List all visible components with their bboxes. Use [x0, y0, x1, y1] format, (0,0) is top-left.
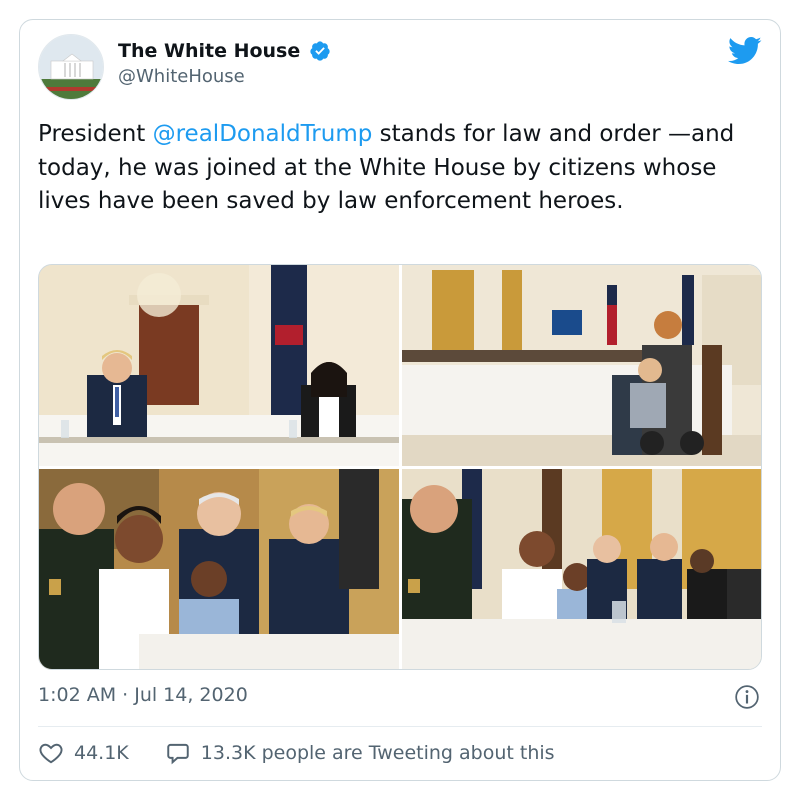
- photo-2[interactable]: [402, 265, 761, 466]
- divider: [38, 726, 762, 727]
- tweet-actions: 44.1K 13.3K people are Tweeting about th…: [38, 738, 555, 768]
- handle[interactable]: @WhiteHouse: [118, 66, 331, 87]
- display-name[interactable]: The White House: [118, 40, 300, 62]
- info-icon[interactable]: [734, 684, 760, 710]
- tweet-card[interactable]: The White House @WhiteHouse President @r…: [19, 19, 781, 781]
- author-names[interactable]: The White House @WhiteHouse: [118, 40, 331, 87]
- mention-link[interactable]: @realDonaldTrump: [153, 121, 373, 147]
- tweet-header: The White House @WhiteHouse: [38, 34, 762, 104]
- like-button[interactable]: 44.1K: [38, 740, 129, 766]
- photo-4[interactable]: [402, 469, 761, 669]
- tweeting-about-label: 13.3K people are Tweeting about this: [200, 742, 555, 764]
- avatar[interactable]: [38, 34, 104, 100]
- verified-badge-icon: [310, 41, 330, 61]
- tweet-timestamp[interactable]: 1:02 AM · Jul 14, 2020: [38, 684, 248, 706]
- twitter-bird-icon[interactable]: [728, 36, 762, 66]
- media-grid: [38, 264, 762, 670]
- tweet-text-prefix: President: [38, 121, 153, 147]
- heart-icon: [39, 743, 63, 764]
- speech-bubble-icon: [167, 743, 189, 765]
- photo-3[interactable]: [39, 469, 399, 669]
- tweet-text: President @realDonaldTrump stands for la…: [38, 118, 766, 219]
- tweeting-about-button[interactable]: 13.3K people are Tweeting about this: [165, 740, 555, 766]
- like-count: 44.1K: [74, 742, 129, 764]
- photo-1[interactable]: [39, 265, 399, 466]
